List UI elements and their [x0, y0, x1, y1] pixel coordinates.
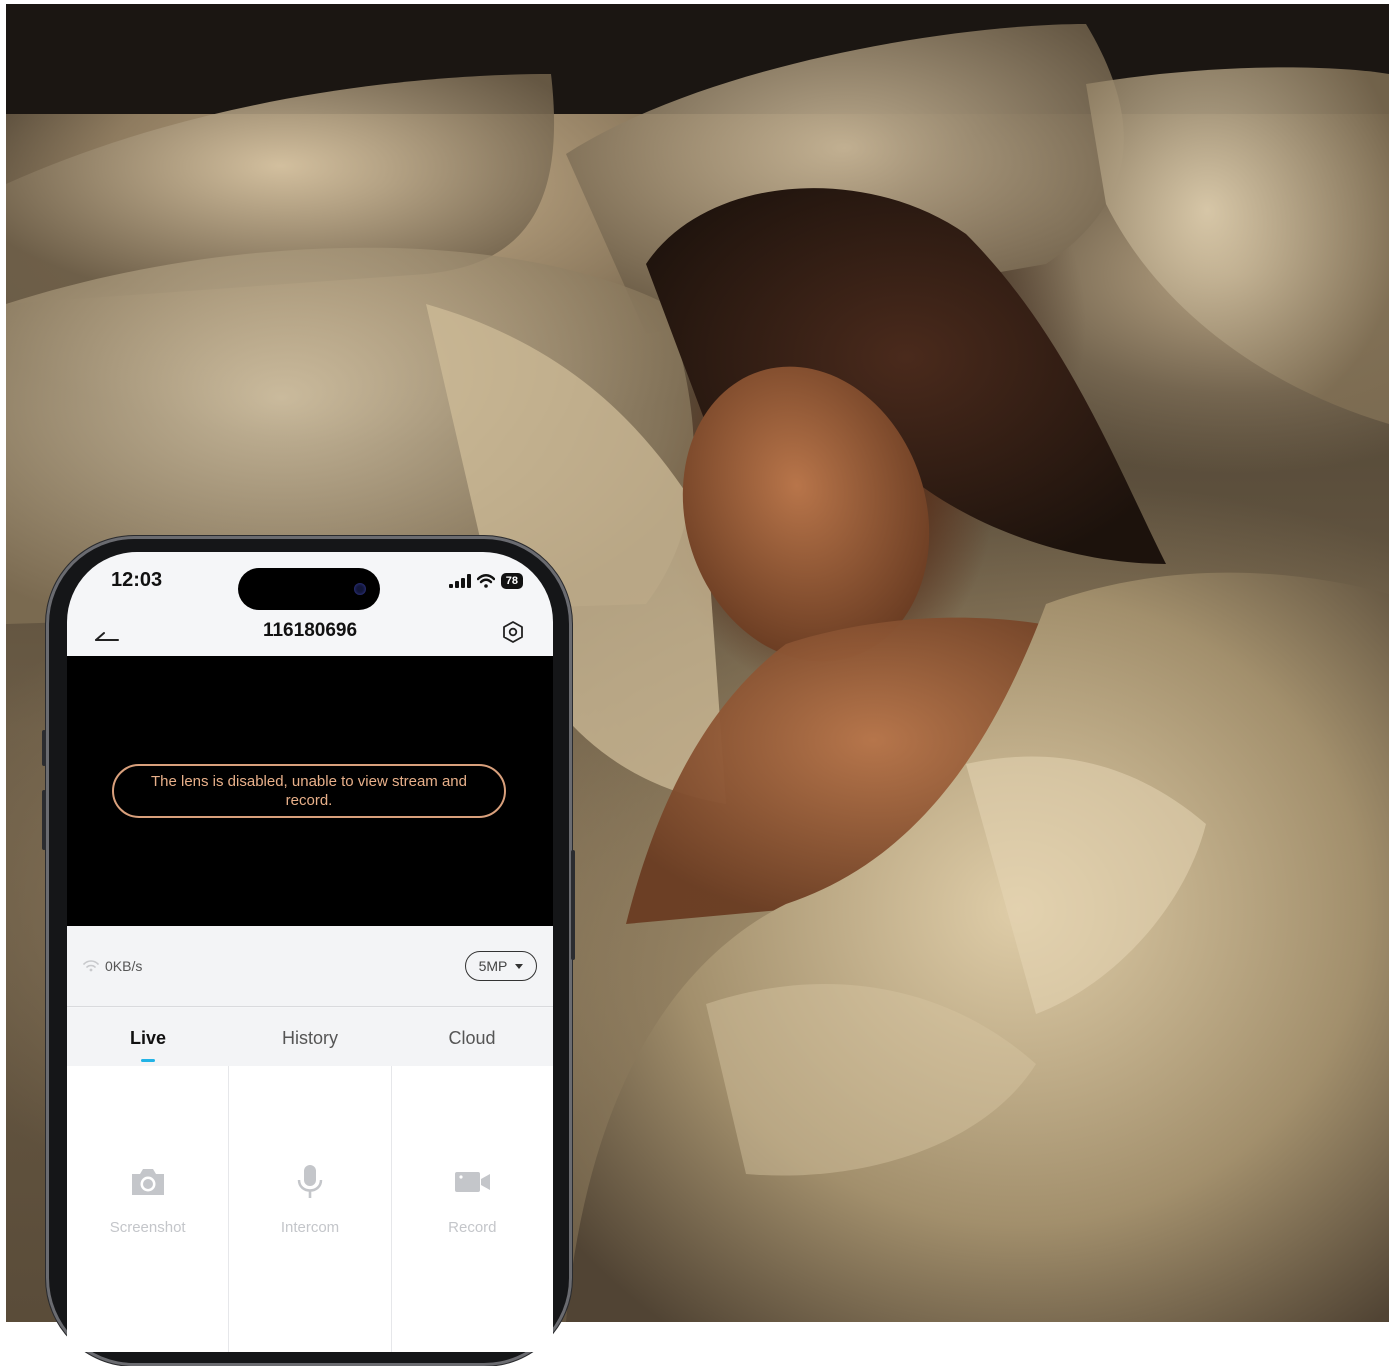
- tab-live[interactable]: Live: [67, 1008, 229, 1066]
- phone-side-button: [42, 730, 46, 766]
- stream-info-bar: 0KB/s 5MP: [67, 926, 553, 1007]
- battery-icon: 78: [500, 573, 523, 589]
- status-icons: 78: [448, 573, 523, 589]
- device-title: 116180696: [262, 620, 358, 641]
- status-time: 12:03: [111, 569, 163, 591]
- video-camera-icon: [455, 1172, 491, 1192]
- lens-disabled-notice: The lens is disabled, unable to view str…: [112, 764, 506, 818]
- intercom-button[interactable]: Intercom: [229, 1066, 392, 1352]
- live-video-area: The lens is disabled, unable to view str…: [67, 656, 553, 926]
- wifi-icon: [476, 574, 495, 588]
- network-speed: 0KB/s: [83, 958, 142, 974]
- app-screen: 12:03 78 116180696 The lens is disabled,…: [67, 552, 553, 1352]
- phone-side-button: [571, 850, 575, 960]
- signal-icon: [448, 574, 471, 588]
- tab-history[interactable]: History: [229, 1008, 391, 1066]
- settings-hexagon-icon[interactable]: [501, 620, 525, 644]
- screenshot-button[interactable]: Screenshot: [67, 1066, 230, 1352]
- chevron-down-icon: [515, 963, 524, 969]
- tab-label: Live: [129, 1028, 167, 1048]
- microphone-icon: [297, 1165, 323, 1198]
- action-label: Record: [448, 1219, 497, 1236]
- phone-side-button: [42, 790, 46, 850]
- tab-label: Cloud: [448, 1028, 496, 1048]
- tab-label: History: [281, 1028, 338, 1048]
- app-header: 116180696: [67, 612, 553, 656]
- front-camera-icon: [354, 583, 366, 595]
- camera-icon: [131, 1169, 164, 1195]
- resolution-value: 5MP: [478, 958, 508, 974]
- action-grid: Screenshot Intercom Record: [67, 1066, 553, 1352]
- dynamic-island: [238, 568, 380, 610]
- resolution-dropdown[interactable]: 5MP: [465, 951, 537, 981]
- action-label: Intercom: [280, 1219, 340, 1236]
- network-speed-value: 0KB/s: [105, 958, 143, 974]
- record-button[interactable]: Record: [392, 1066, 553, 1352]
- tab-cloud[interactable]: Cloud: [391, 1008, 553, 1066]
- active-tab-indicator: [141, 1059, 155, 1062]
- wifi-icon: [83, 960, 99, 972]
- action-label: Screenshot: [109, 1219, 186, 1236]
- view-tabs: Live History Cloud: [67, 1008, 553, 1066]
